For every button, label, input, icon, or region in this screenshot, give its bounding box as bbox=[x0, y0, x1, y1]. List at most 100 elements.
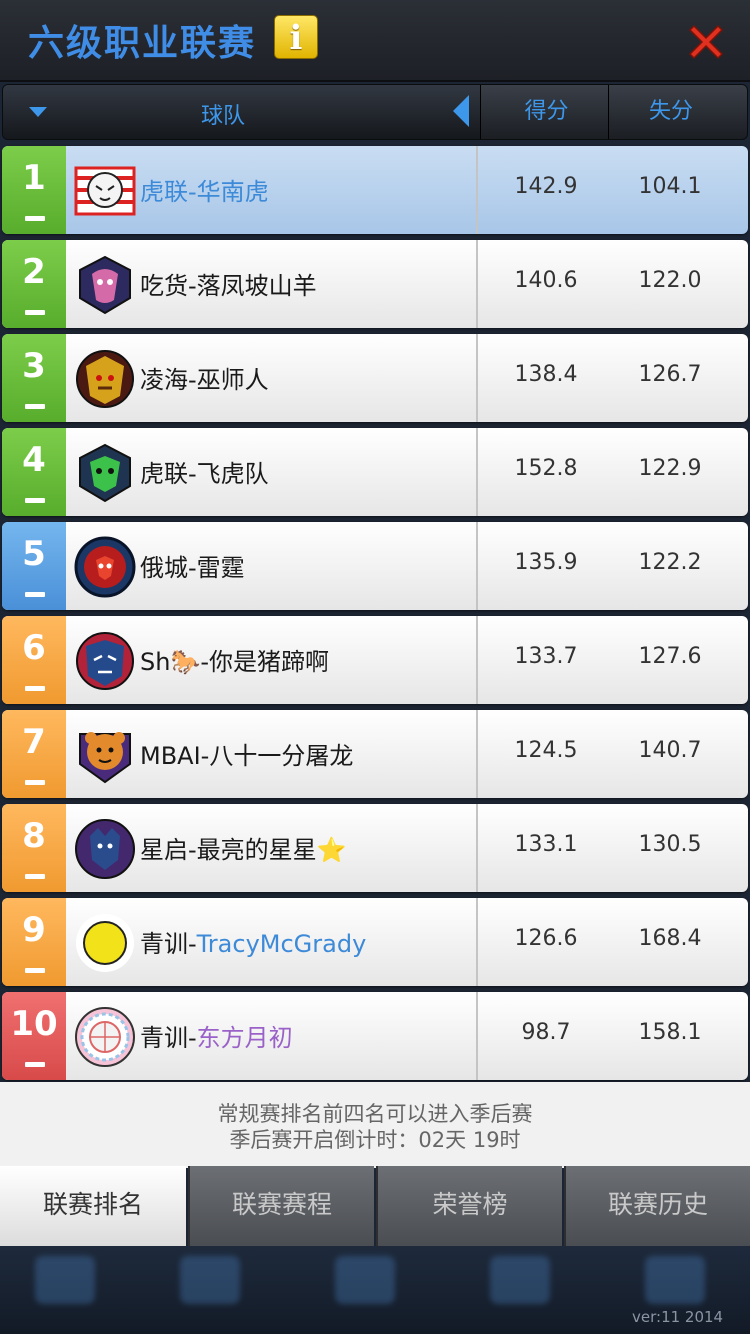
team-name-text: 星启-最亮的星星⭐ bbox=[140, 836, 347, 864]
team-name-text: MBAI-八十一分屠龙 bbox=[140, 742, 354, 770]
rank-badge: 1 bbox=[2, 146, 66, 234]
rank-change-dash-icon bbox=[25, 968, 45, 973]
chevron-left-icon[interactable] bbox=[453, 95, 469, 127]
standings-row[interactable]: 8 星启-最亮的星星⭐ 133.1 130.5 bbox=[2, 804, 748, 892]
team-column-header[interactable]: 球队 bbox=[3, 85, 481, 139]
rank-change-dash-icon bbox=[25, 592, 45, 597]
page-title: 六级职业联赛 bbox=[28, 23, 257, 64]
standings-row[interactable]: 3 凌海-巫师人 138.4 126.7 bbox=[2, 334, 748, 422]
team-loss: 158.1 bbox=[638, 1020, 702, 1045]
nav-star-icon bbox=[10, 1250, 120, 1330]
rank-number: 5 bbox=[22, 534, 46, 574]
team-score: 142.9 bbox=[514, 174, 578, 199]
team-cell[interactable]: Sh🐎-你是猪蹄啊 bbox=[66, 616, 478, 704]
rank-change-dash-icon bbox=[25, 498, 45, 503]
team-cell[interactable]: 虎联-华南虎 bbox=[66, 146, 478, 234]
team-loss: 168.4 bbox=[638, 926, 702, 951]
team-name: 吃货-落凤坡山羊 bbox=[140, 266, 317, 301]
standings-row[interactable]: 10 青训-东方月初 98.7 158.1 bbox=[2, 992, 748, 1080]
team-cell[interactable]: 青训-TracyMcGrady bbox=[66, 898, 478, 986]
standings-list: 1 虎联-华南虎 142.9 104.1 2 吃货-落凤坡山羊 140.6 122.0 3 凌海-… bbox=[2, 146, 748, 1086]
standings-row[interactable]: 7 MBAI-八十一分屠龙 124.5 140.7 bbox=[2, 710, 748, 798]
team-score: 98.7 bbox=[521, 1020, 571, 1045]
standings-row[interactable]: 6 Sh🐎-你是猪蹄啊 133.7 127.6 bbox=[2, 616, 748, 704]
team-score: 124.5 bbox=[514, 738, 578, 763]
rank-number: 7 bbox=[22, 722, 46, 762]
standings-row[interactable]: 9 青训-TracyMcGrady 126.6 168.4 bbox=[2, 898, 748, 986]
team-name-highlight: 东方月初 bbox=[196, 1024, 293, 1052]
goat-logo bbox=[79, 255, 131, 315]
standings-row[interactable]: 2 吃货-落凤坡山羊 140.6 122.0 bbox=[2, 240, 748, 328]
rank-number: 10 bbox=[10, 1004, 58, 1044]
bear-logo bbox=[79, 732, 131, 784]
team-cell[interactable]: 虎联-飞虎队 bbox=[66, 428, 478, 516]
team-cell[interactable]: 星启-最亮的星星⭐ bbox=[66, 804, 478, 892]
team-score: 133.7 bbox=[514, 644, 578, 669]
rank-change-dash-icon bbox=[25, 404, 45, 409]
team-loss: 126.7 bbox=[638, 362, 702, 387]
close-icon[interactable] bbox=[684, 20, 728, 64]
dragon-logo bbox=[76, 632, 134, 690]
rank-change-dash-icon bbox=[25, 686, 45, 691]
rank-badge: 5 bbox=[2, 522, 66, 610]
wizard-logo bbox=[76, 350, 134, 408]
info-icon[interactable]: i bbox=[274, 15, 318, 59]
nav-currency-icon bbox=[155, 1250, 265, 1330]
team-name: 凌海-巫师人 bbox=[140, 360, 269, 395]
standings-row[interactable]: 1 虎联-华南虎 142.9 104.1 bbox=[2, 146, 748, 234]
rank-change-dash-icon bbox=[25, 310, 45, 315]
team-prefix: 青训- bbox=[140, 930, 197, 958]
yellow-ball-logo bbox=[76, 914, 134, 972]
rank-change-dash-icon bbox=[25, 780, 45, 785]
tab-league-history[interactable]: 联赛历史 bbox=[564, 1166, 750, 1246]
rank-badge: 10 bbox=[2, 992, 66, 1080]
team-name: 星启-最亮的星星⭐ bbox=[140, 830, 347, 865]
score-column-header[interactable]: 得分 bbox=[485, 85, 609, 139]
standings-row[interactable]: 4 虎联-飞虎队 152.8 122.9 bbox=[2, 428, 748, 516]
standings-row[interactable]: 5 俄城-雷霆 135.9 122.2 bbox=[2, 522, 748, 610]
nav-market-icon bbox=[310, 1250, 420, 1330]
rank-number: 6 bbox=[22, 628, 46, 668]
tab-league-ranking[interactable]: 联赛排名 bbox=[0, 1166, 186, 1246]
rank-change-dash-icon bbox=[25, 874, 45, 879]
team-name-text: 吃货-落凤坡山羊 bbox=[140, 272, 317, 300]
tiger-logo bbox=[74, 166, 136, 216]
team-name: Sh🐎-你是猪蹄啊 bbox=[140, 642, 329, 677]
team-name: MBAI-八十一分屠龙 bbox=[140, 736, 353, 771]
column-header: 球队 得分 失分 bbox=[2, 84, 748, 140]
team-cell[interactable]: 俄城-雷霆 bbox=[66, 522, 478, 610]
team-cell[interactable]: 吃货-落凤坡山羊 bbox=[66, 240, 478, 328]
team-loss: 127.6 bbox=[638, 644, 702, 669]
team-loss: 122.2 bbox=[638, 550, 702, 575]
team-cell[interactable]: 青训-东方月初 bbox=[66, 992, 478, 1080]
team-prefix: 青训- bbox=[140, 1024, 197, 1052]
tab-honor-roll[interactable]: 荣誉榜 bbox=[376, 1166, 562, 1246]
rank-change-dash-icon bbox=[25, 1062, 45, 1067]
team-name-text: 虎联-飞虎队 bbox=[140, 460, 269, 488]
rank-number: 8 bbox=[22, 816, 46, 856]
rank-badge: 7 bbox=[2, 710, 66, 798]
rank-number: 9 bbox=[22, 910, 46, 950]
version-label: ver:11 2014 bbox=[632, 1308, 724, 1326]
team-score: 152.8 bbox=[514, 456, 578, 481]
rank-number: 4 bbox=[22, 440, 46, 480]
team-loss: 130.5 bbox=[638, 832, 702, 857]
rank-badge: 8 bbox=[2, 804, 66, 892]
team-loss: 122.0 bbox=[638, 268, 702, 293]
team-cell[interactable]: MBAI-八十一分屠龙 bbox=[66, 710, 478, 798]
rank-badge: 3 bbox=[2, 334, 66, 422]
team-name: 虎联-飞虎队 bbox=[140, 454, 269, 489]
nav-social-icon bbox=[465, 1250, 575, 1330]
team-score: 126.6 bbox=[514, 926, 578, 951]
team-name: 俄城-雷霆 bbox=[140, 548, 245, 583]
flying-tiger-logo bbox=[79, 443, 131, 503]
team-score: 135.9 bbox=[514, 550, 578, 575]
team-score: 140.6 bbox=[514, 268, 578, 293]
rank-badge: 9 bbox=[2, 898, 66, 986]
tab-league-schedule[interactable]: 联赛赛程 bbox=[188, 1166, 374, 1246]
team-score: 133.1 bbox=[514, 832, 578, 857]
team-cell[interactable]: 凌海-巫师人 bbox=[66, 334, 478, 422]
loss-column-header[interactable]: 失分 bbox=[609, 85, 733, 139]
team-column-label: 球队 bbox=[200, 104, 245, 129]
team-loss: 122.9 bbox=[638, 456, 702, 481]
